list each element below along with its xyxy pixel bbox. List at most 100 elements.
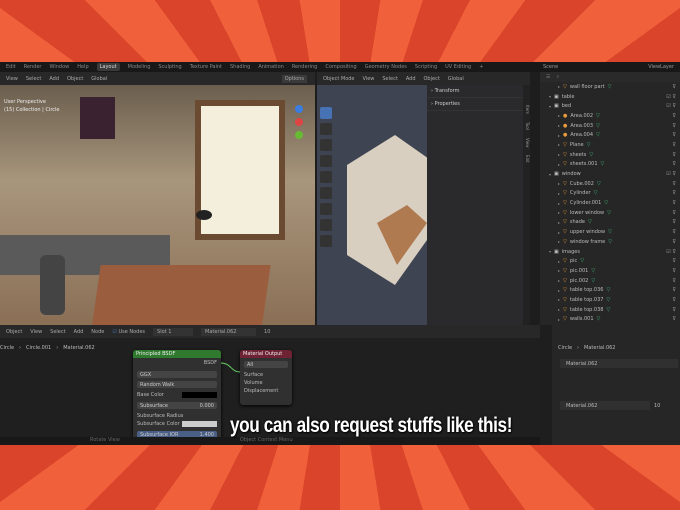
expand-icon[interactable]: ▸ xyxy=(558,220,560,225)
menu-window[interactable]: Window xyxy=(50,64,70,70)
expand-icon[interactable]: ▸ xyxy=(558,278,560,283)
annotate-tool-icon[interactable] xyxy=(320,203,332,215)
transform-orientation[interactable]: Global xyxy=(91,76,107,82)
outliner-row[interactable]: ▸ ● Area.002 ▽ ⊽ xyxy=(540,111,680,121)
scale-tool-icon[interactable] xyxy=(320,171,332,183)
expand-icon[interactable]: ▸ xyxy=(558,191,560,196)
tab-texture-paint[interactable]: Texture Paint xyxy=(190,64,222,70)
tab-compositing[interactable]: Compositing xyxy=(325,64,356,70)
outliner-row[interactable]: ▸ ▽ lower window ▽ ⊽ xyxy=(540,208,680,218)
expand-icon[interactable]: ▸ xyxy=(558,162,560,167)
measure-tool-icon[interactable] xyxy=(320,219,332,231)
expand-icon[interactable]: ▸ xyxy=(558,259,560,264)
material-slot-list[interactable]: Material.062 xyxy=(560,359,678,368)
expand-icon[interactable]: ▸ xyxy=(558,133,560,138)
visibility-icon[interactable]: ⊽ xyxy=(672,316,676,322)
filter-icon[interactable]: ☰ xyxy=(546,74,550,80)
outliner-row[interactable]: ▸ ▽ shade ▽ ⊽ xyxy=(540,218,680,228)
editor-mode[interactable]: Object xyxy=(6,329,22,335)
add-cube-tool-icon[interactable] xyxy=(320,235,332,247)
expand-icon[interactable]: ▸ xyxy=(558,230,560,235)
visibility-icon[interactable]: ⊽ xyxy=(672,297,676,303)
base-color-field[interactable]: Base Color xyxy=(133,391,221,399)
scene-selector[interactable]: Scene xyxy=(543,64,558,70)
expand-icon[interactable]: ▸ xyxy=(558,201,560,206)
menu-node[interactable]: Node xyxy=(91,329,104,335)
outliner-row[interactable]: ▸ ▽ pic.001 ▽ ⊽ xyxy=(540,266,680,276)
expand-icon[interactable]: ▸ xyxy=(558,297,560,302)
visibility-icon[interactable]: ⊽ xyxy=(672,142,676,148)
distribution-dropdown[interactable]: GGX xyxy=(137,371,217,378)
outliner-row[interactable]: ▸ ▽ sheets ▽ ⊽ xyxy=(540,150,680,160)
visibility-icon[interactable]: ☑ ⊽ xyxy=(666,249,676,255)
expand-icon[interactable]: ▸ xyxy=(558,288,560,293)
outliner-row[interactable]: ▸ ● Area.004 ▽ ⊽ xyxy=(540,130,680,140)
expand-icon[interactable]: ▸ xyxy=(558,239,560,244)
properties-panel[interactable]: › Properties xyxy=(427,98,523,111)
menu-select[interactable]: Select xyxy=(50,329,65,335)
expand-icon[interactable]: ▸ xyxy=(558,142,560,147)
select-tool-icon[interactable] xyxy=(320,107,332,119)
viewport-right[interactable]: › Transform › Properties Item Tool View Edi… xyxy=(317,85,530,325)
surface-socket[interactable]: Surface xyxy=(240,371,292,379)
tab-animation[interactable]: Animation xyxy=(258,64,284,70)
outliner-row[interactable]: ▸ ▽ Plane ▽ ⊽ xyxy=(540,140,680,150)
tab-edit[interactable]: Edit xyxy=(523,155,530,163)
outliner-row[interactable]: ▸ ▽ pic ▽ ⊽ xyxy=(540,256,680,266)
subsurface-radius-field[interactable]: Subsurface Radius xyxy=(133,412,221,420)
visibility-icon[interactable]: ⊽ xyxy=(672,268,676,274)
outliner-row[interactable]: ▾ ▣ table ☑ ⊽ xyxy=(540,92,680,102)
expand-icon[interactable]: ▸ xyxy=(558,181,560,186)
tab-modeling[interactable]: Modeling xyxy=(128,64,151,70)
view-layer-selector[interactable]: ViewLayer xyxy=(648,64,674,70)
principled-bsdf-node[interactable]: Principled BSDF BSDF GGX Random Walk Bas… xyxy=(133,350,221,445)
outliner-row[interactable]: ▸ ● Area.003 ▽ ⊽ xyxy=(540,121,680,131)
menu-add[interactable]: Add xyxy=(406,76,416,82)
visibility-icon[interactable]: ⊽ xyxy=(672,239,676,245)
material-datablock[interactable]: Material.062 xyxy=(560,401,650,410)
outliner-row[interactable]: ▸ ▽ walls.001 ▽ ⊽ xyxy=(540,315,680,325)
tab-item[interactable]: Item xyxy=(523,105,530,114)
options-button[interactable]: Options xyxy=(281,74,307,83)
volume-socket[interactable]: Volume xyxy=(240,379,292,387)
menu-render[interactable]: Render xyxy=(24,64,42,70)
expand-icon[interactable]: ▸ xyxy=(558,307,560,312)
tab-rendering[interactable]: Rendering xyxy=(292,64,318,70)
visibility-icon[interactable]: ⊽ xyxy=(672,258,676,264)
target-dropdown[interactable]: All xyxy=(244,361,288,368)
visibility-icon[interactable]: ⊽ xyxy=(672,210,676,216)
expand-icon[interactable]: ▾ xyxy=(549,104,551,109)
outliner-row[interactable]: ▸ ▽ upper window ▽ ⊽ xyxy=(540,227,680,237)
menu-select[interactable]: Select xyxy=(382,76,397,82)
expand-icon[interactable]: ▸ xyxy=(558,84,560,89)
bsdf-output-socket[interactable]: BSDF xyxy=(133,358,221,368)
visibility-icon[interactable]: ☑ ⊽ xyxy=(666,103,676,109)
tab-tool[interactable]: Tool xyxy=(523,122,530,130)
tab-uv-editing[interactable]: UV Editing xyxy=(445,64,471,70)
transform-tool-icon[interactable] xyxy=(320,187,332,199)
visibility-icon[interactable]: ⊽ xyxy=(672,307,676,313)
search-icon[interactable]: ⌕ xyxy=(556,74,559,80)
tab-geometry-nodes[interactable]: Geometry Nodes xyxy=(365,64,407,70)
menu-object[interactable]: Object xyxy=(424,76,440,82)
expand-icon[interactable]: ▾ xyxy=(549,94,551,99)
expand-icon[interactable]: ▸ xyxy=(558,152,560,157)
add-workspace-icon[interactable]: + xyxy=(479,64,483,70)
transform-orientation[interactable]: Global xyxy=(448,76,464,82)
material-output-node[interactable]: Material Output All Surface Volume Displ… xyxy=(240,350,292,405)
menu-edit[interactable]: Edit xyxy=(6,64,16,70)
outliner-row[interactable]: ▸ ▽ Cube.002 ▽ ⊽ xyxy=(540,179,680,189)
expand-icon[interactable]: ▸ xyxy=(558,317,560,322)
outliner-row[interactable]: ▸ ▽ table top.036 ▽ ⊽ xyxy=(540,285,680,295)
menu-view[interactable]: View xyxy=(363,76,375,82)
menu-view[interactable]: View xyxy=(6,76,18,82)
visibility-icon[interactable]: ⊽ xyxy=(672,278,676,284)
visibility-icon[interactable]: ⊽ xyxy=(672,181,676,187)
visibility-icon[interactable]: ⊽ xyxy=(672,200,676,206)
outliner-row[interactable]: ▾ ▣ images ☑ ⊽ xyxy=(540,247,680,257)
visibility-icon[interactable]: ⊽ xyxy=(672,84,676,90)
menu-object[interactable]: Object xyxy=(67,76,83,82)
rotate-tool-icon[interactable] xyxy=(320,155,332,167)
visibility-icon[interactable]: ⊽ xyxy=(672,219,676,225)
tab-layout[interactable]: Layout xyxy=(96,63,120,71)
